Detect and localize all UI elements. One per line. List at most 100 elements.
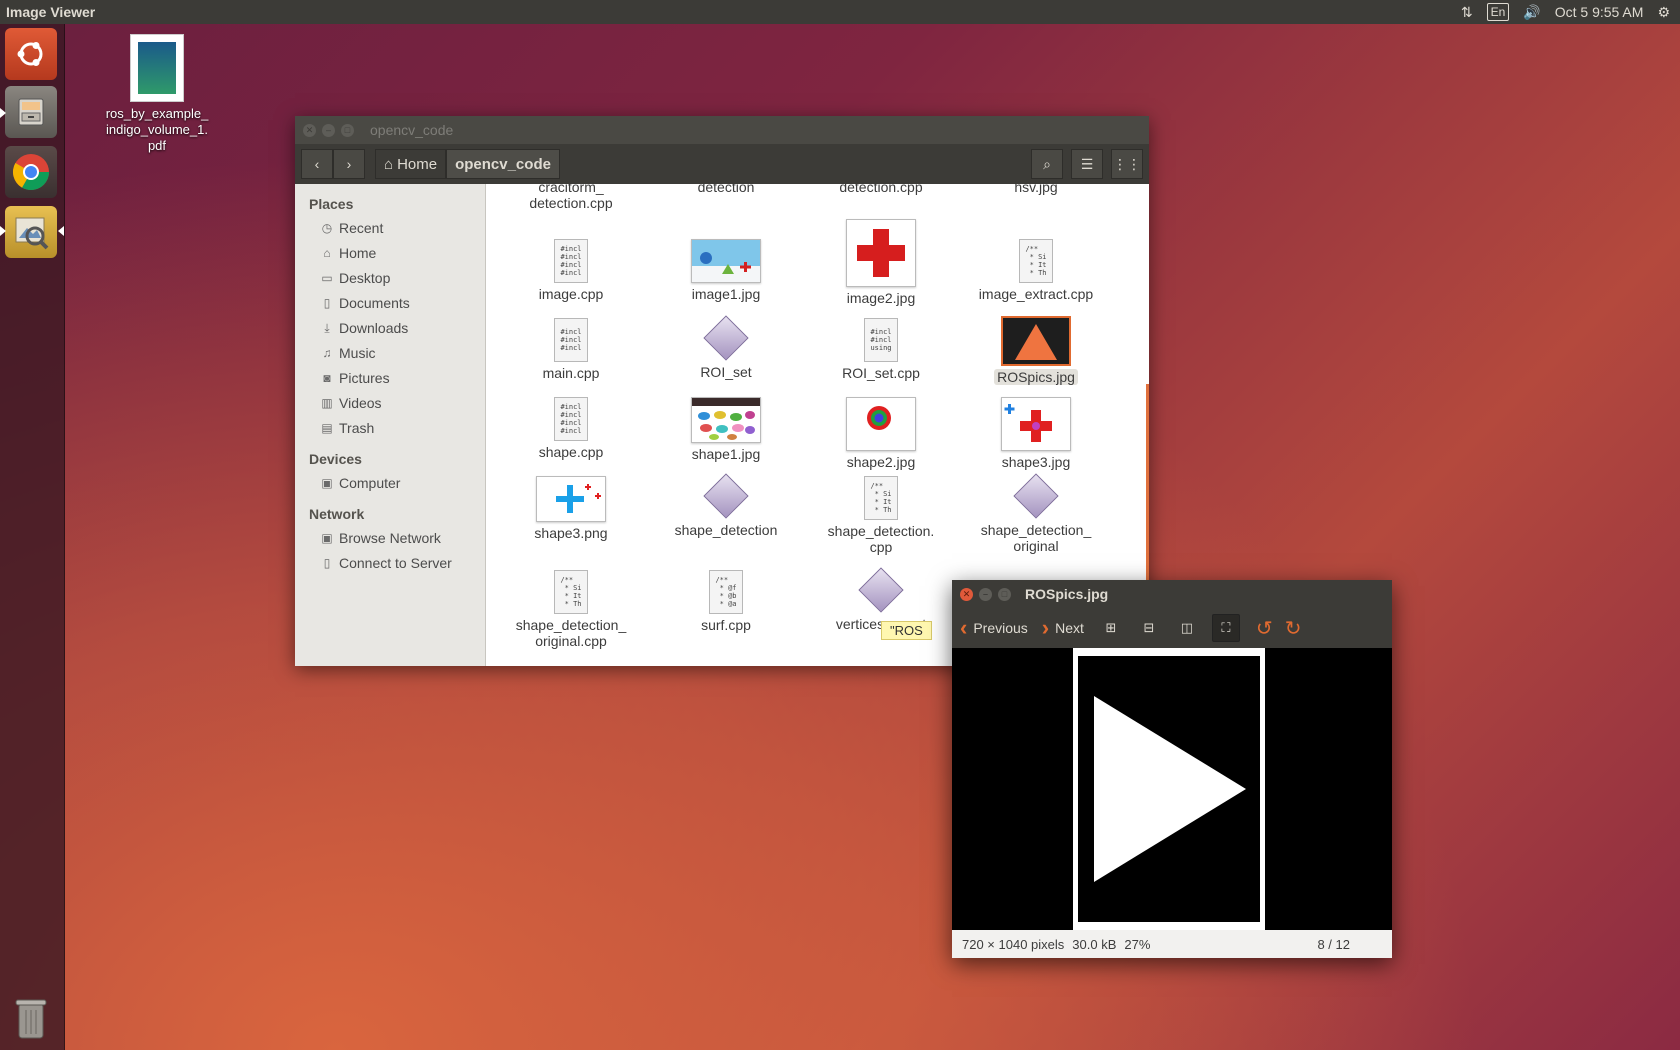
image-viewer-launcher-button[interactable] xyxy=(5,206,57,258)
sidebar-item-trash[interactable]: ▤ Trash xyxy=(295,416,485,441)
zoom-in-button[interactable]: ⊞ xyxy=(1098,615,1124,641)
normal-size-button[interactable]: ◫ xyxy=(1174,615,1200,641)
file-item[interactable]: image2.jpg xyxy=(806,219,956,306)
sidebar-item-pictures[interactable]: ◙ Pictures xyxy=(295,366,485,391)
grid-icon: ⋮⋮ xyxy=(1113,155,1141,172)
source-file-icon: /** * Si * It * Th xyxy=(1019,239,1053,283)
trash-launcher-button[interactable] xyxy=(5,992,57,1044)
zoom-out-icon: ⊟ xyxy=(1143,620,1155,635)
forward-button[interactable]: › xyxy=(333,149,365,179)
maximize-icon[interactable]: □ xyxy=(341,123,354,137)
image-thumbnail xyxy=(961,397,1111,451)
file-item[interactable]: /** * Si * It * Th image_extract.cpp xyxy=(961,239,1111,302)
sidebar-item-label: Connect to Server xyxy=(339,555,452,571)
file-item[interactable]: detection.cpp xyxy=(806,184,956,195)
file-manager-titlebar[interactable]: ✕ – □ opencv_code xyxy=(295,116,1149,144)
source-file-icon: #incl #incl #incl #incl xyxy=(554,397,588,441)
list-view-button[interactable]: ☰ xyxy=(1071,149,1103,179)
server-icon: ▯ xyxy=(323,556,331,570)
sidebar-item-desktop[interactable]: ▭ Desktop xyxy=(295,266,485,291)
clock[interactable]: Oct 5 9:55 AM xyxy=(1555,4,1644,20)
sidebar-item-downloads[interactable]: ⤓ Downloads xyxy=(295,316,485,341)
executable-icon xyxy=(1013,473,1059,519)
network-icon[interactable]: ⇅ xyxy=(1461,4,1473,21)
close-icon[interactable]: ✕ xyxy=(303,123,316,137)
sidebar-item-documents[interactable]: ▯ Documents xyxy=(295,291,485,316)
image-canvas[interactable] xyxy=(952,648,1392,930)
keyboard-layout-indicator[interactable]: En xyxy=(1486,3,1510,21)
list-icon: ☰ xyxy=(1080,155,1094,172)
file-item[interactable]: shape2.jpg xyxy=(806,397,956,470)
file-item[interactable]: shape3.jpg xyxy=(961,397,1111,470)
zoom-out-button[interactable]: ⊟ xyxy=(1136,615,1162,641)
file-item[interactable]: image1.jpg xyxy=(651,239,801,302)
window-title: opencv_code xyxy=(370,122,454,138)
sidebar: Places ◷ Recent ⌂ Home ▭ Desktop ▯ Documents… xyxy=(295,184,486,666)
rotate-left-icon[interactable]: ↺ xyxy=(1256,616,1273,641)
ubuntu-dash-button[interactable] xyxy=(5,28,57,80)
file-item[interactable]: cracitorm_ detection.cpp xyxy=(496,184,646,211)
sidebar-item-computer[interactable]: ▣ Computer xyxy=(295,471,485,496)
minimize-icon[interactable]: – xyxy=(979,587,992,601)
file-item[interactable]: #incl #incl #incl main.cpp xyxy=(496,318,646,381)
image-thumbnail xyxy=(806,397,956,451)
file-name: ROI_set.cpp xyxy=(842,365,920,381)
sidebar-item-recent[interactable]: ◷ Recent xyxy=(295,216,485,241)
file-item[interactable]: hsv.jpg xyxy=(961,184,1111,195)
folder-icon: ▭ xyxy=(321,271,333,285)
window-title: ROSpics.jpg xyxy=(1025,586,1109,602)
rotate-right-icon[interactable]: ↻ xyxy=(1285,616,1302,641)
sidebar-item-videos[interactable]: ▥ Videos xyxy=(295,391,485,416)
file-item[interactable]: /** * Si * It * Th shape_detection. cpp xyxy=(806,476,956,555)
breadcrumb-home[interactable]: ⌂ Home xyxy=(375,149,447,179)
image-dimensions: 720 × 1040 pixels xyxy=(962,936,1065,952)
file-manager-toolbar: ‹ › ⌂ Home opencv_code ⌕ ☰ ⋮⋮ xyxy=(295,144,1149,184)
file-item-selected[interactable]: ROSpics.jpg xyxy=(961,316,1111,385)
files-launcher-button[interactable] xyxy=(5,86,57,138)
previous-button[interactable]: ‹ Previous xyxy=(960,615,1028,641)
volume-icon[interactable]: 🔊 xyxy=(1523,4,1540,21)
film-icon: ▥ xyxy=(321,396,333,410)
file-item[interactable]: detection xyxy=(651,184,801,195)
image-viewer-titlebar[interactable]: ✕ – □ ROSpics.jpg xyxy=(952,580,1392,608)
source-file-icon: #incl #incl #incl #incl xyxy=(554,239,588,283)
file-item[interactable]: shape_detection_ original xyxy=(961,472,1111,554)
music-icon: ♫ xyxy=(322,346,332,360)
sidebar-item-browse-network[interactable]: ▣ Browse Network xyxy=(295,526,485,551)
sidebar-item-music[interactable]: ♫ Music xyxy=(295,341,485,366)
minimize-icon[interactable]: – xyxy=(322,123,335,137)
next-button[interactable]: › Next xyxy=(1042,615,1084,641)
file-item[interactable]: ROI_set xyxy=(651,314,801,380)
image-file-size: 30.0 kB xyxy=(1072,936,1117,952)
sidebar-item-label: Desktop xyxy=(339,270,391,286)
chrome-launcher-button[interactable] xyxy=(5,146,57,198)
file-name: surf.cpp xyxy=(701,617,751,633)
download-icon: ⤓ xyxy=(324,320,330,335)
file-name: shape_detection_ original.cpp xyxy=(515,617,627,649)
gear-icon[interactable]: ⚙ xyxy=(1657,4,1670,21)
sidebar-heading-network: Network xyxy=(309,506,365,522)
filename-tooltip: "ROS xyxy=(881,621,932,640)
grid-view-button[interactable]: ⋮⋮ xyxy=(1111,149,1143,179)
file-item[interactable]: shape_detection xyxy=(651,472,801,538)
breadcrumb-current[interactable]: opencv_code xyxy=(446,149,560,179)
desktop-pdf-icon[interactable]: ros_by_example_ indigo_volume_1. pdf xyxy=(92,34,222,154)
maximize-icon[interactable]: □ xyxy=(998,587,1011,601)
file-item[interactable]: #incl #incl using ROI_set.cpp xyxy=(806,318,956,381)
file-item[interactable]: shape1.jpg xyxy=(651,397,801,462)
file-name: ROI_set xyxy=(700,364,752,380)
close-icon[interactable]: ✕ xyxy=(960,587,973,601)
file-item[interactable]: /** * @f * @b * @a surf.cpp xyxy=(651,570,801,633)
sidebar-item-connect-server[interactable]: ▯ Connect to Server xyxy=(295,551,485,576)
file-item[interactable]: #incl #incl #incl #incl shape.cpp xyxy=(496,397,646,460)
back-button[interactable]: ‹ xyxy=(301,149,333,179)
search-button[interactable]: ⌕ xyxy=(1031,149,1063,179)
sidebar-item-home[interactable]: ⌂ Home xyxy=(295,241,485,266)
clock-icon: ◷ xyxy=(321,221,333,235)
file-name: shape1.jpg xyxy=(691,446,761,462)
file-item[interactable]: #incl #incl #incl #incl image.cpp xyxy=(496,239,646,302)
image-thumbnail xyxy=(496,476,646,522)
file-item[interactable]: shape3.png xyxy=(496,476,646,541)
file-item[interactable]: /** * Si * It * Th shape_detection_ orig… xyxy=(496,570,646,649)
best-fit-button[interactable]: ⛶ xyxy=(1211,614,1240,642)
